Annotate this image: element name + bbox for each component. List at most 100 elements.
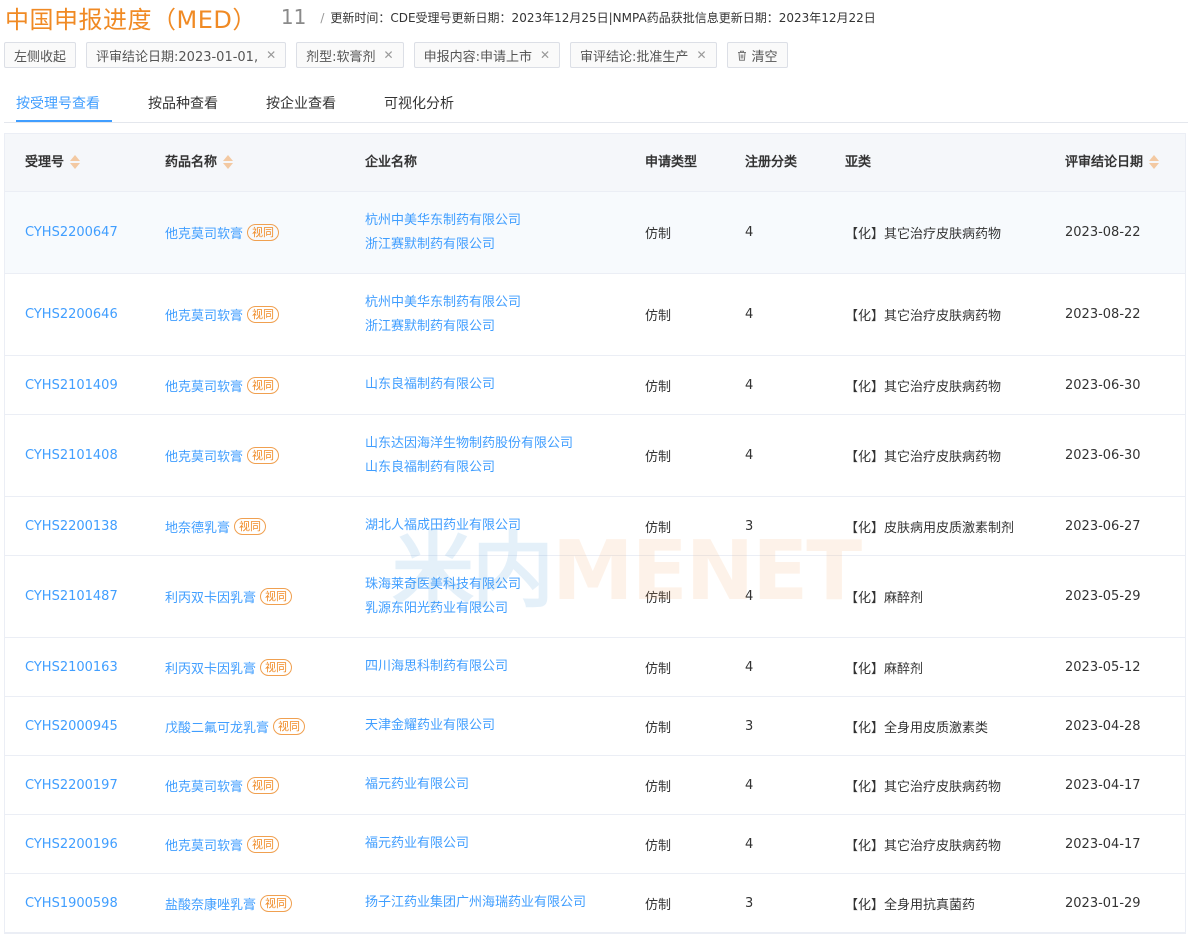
registration-class: 3: [745, 895, 754, 911]
filter-chip-review-date[interactable]: 评审结论日期:2023-01-01, ✕: [86, 42, 287, 68]
view-tabs: 按受理号查看 按品种查看 按企业查看 可视化分析: [4, 90, 1188, 123]
filter-chip-dosage-form[interactable]: 剂型:软膏剂 ✕: [296, 42, 404, 68]
drug-name-link[interactable]: 地奈德乳膏: [165, 517, 230, 536]
drug-name-link[interactable]: 他克莫司软膏: [165, 376, 243, 395]
drug-name-link[interactable]: 利丙双卡因乳膏: [165, 658, 256, 677]
company-cell: 山东达因海洋生物制药股份有限公司 山东良福制药有限公司: [365, 415, 573, 496]
sort-icon[interactable]: [223, 154, 234, 170]
drug-name-link[interactable]: 他克莫司软膏: [165, 835, 243, 854]
acceptance-no-link[interactable]: CYHS2101409: [25, 378, 118, 393]
column-header-review-date[interactable]: 评审结论日期: [1065, 134, 1160, 191]
tab-by-variety[interactable]: 按品种查看: [148, 90, 218, 122]
filter-chip-label: 审评结论:批准生产: [580, 49, 689, 65]
review-date: 2023-08-22: [1065, 225, 1141, 240]
table-row[interactable]: CYHS1900598 盐酸奈康唑乳膏 视同 扬子江药业集团广州海瑞药业有限公司 仿制 3…: [5, 874, 1185, 933]
acceptance-no-link[interactable]: CYHS2101408: [25, 448, 118, 463]
tab-visual-analysis[interactable]: 可视化分析: [384, 90, 454, 122]
subclass: 【化】全身用皮质激素类: [845, 720, 989, 736]
table-row[interactable]: CYHS2200196 他克莫司软膏 视同 福元药业有限公司 仿制 4 【化】其它治疗皮肤病…: [5, 815, 1185, 874]
table-row[interactable]: CYHS2101487 利丙双卡因乳膏 视同 珠海莱奇医美科技有限公司 乳源东阳光药业有…: [5, 556, 1185, 638]
table-row[interactable]: CYHS2100163 利丙双卡因乳膏 视同 四川海思科制药有限公司 仿制 4 【化】麻醉剂…: [5, 638, 1185, 697]
sort-icon[interactable]: [70, 154, 81, 170]
company-link[interactable]: 山东良福制药有限公司: [365, 460, 495, 476]
results-table: 受理号 药品名称 企业名称 申请类型 注册分类 亚类 评审结论日期 CYHS22…: [4, 133, 1186, 934]
sort-icon[interactable]: [1149, 154, 1160, 170]
table-row[interactable]: CYHS2000945 戊酸二氟可龙乳膏 视同 天津金耀药业有限公司 仿制 3 【化】全身用…: [5, 697, 1185, 756]
equivalence-tag: 视同: [247, 776, 280, 794]
acceptance-no-link[interactable]: CYHS2101487: [25, 589, 118, 604]
table-row[interactable]: CYHS2200646 他克莫司软膏 视同 杭州中美华东制药有限公司 浙江赛默制药有限公…: [5, 274, 1185, 356]
update-text: 更新时间：CDE受理号更新日期：2023年12月25日|NMPA药品获批信息更新…: [330, 10, 876, 25]
equivalence-tag: 视同: [247, 376, 280, 394]
company-link[interactable]: 扬子江药业集团广州海瑞药业有限公司: [365, 895, 586, 911]
drug-name-link[interactable]: 利丙双卡因乳膏: [165, 587, 256, 606]
table-row[interactable]: CYHS2200197 他克莫司软膏 视同 福元药业有限公司 仿制 4 【化】其它治疗皮肤病…: [5, 756, 1185, 815]
drug-name-link[interactable]: 他克莫司软膏: [165, 223, 243, 242]
application-type: 仿制: [645, 838, 672, 854]
acceptance-no-link[interactable]: CYHS2200196: [25, 837, 118, 852]
table-row[interactable]: CYHS2200647 他克莫司软膏 视同 杭州中美华东制药有限公司 浙江赛默制药有限公…: [5, 192, 1185, 274]
table-row[interactable]: CYHS2200138 地奈德乳膏 视同 湖北人福成田药业有限公司 仿制 3 【化】皮肤病用…: [5, 497, 1185, 556]
company-link[interactable]: 杭州中美华东制药有限公司: [365, 295, 521, 311]
company-cell: 杭州中美华东制药有限公司 浙江赛默制药有限公司: [365, 274, 521, 355]
application-type: 仿制: [645, 779, 672, 795]
tab-by-company[interactable]: 按企业查看: [266, 90, 336, 122]
company-cell: 湖北人福成田药业有限公司: [365, 497, 521, 555]
acceptance-no-link[interactable]: CYHS1900598: [25, 896, 118, 911]
company-link[interactable]: 福元药业有限公司: [365, 777, 469, 793]
column-header-label: 药品名称: [165, 155, 218, 170]
filter-chip-application[interactable]: 申报内容:申请上市 ✕: [413, 42, 561, 68]
drug-name-link[interactable]: 他克莫司软膏: [165, 446, 243, 465]
company-link[interactable]: 山东达因海洋生物制药股份有限公司: [365, 436, 573, 452]
review-date: 2023-08-22: [1065, 307, 1141, 322]
company-link[interactable]: 四川海思科制药有限公司: [365, 659, 508, 675]
application-type: 仿制: [645, 450, 672, 465]
company-link[interactable]: 杭州中美华东制药有限公司: [365, 213, 521, 229]
column-header-label: 受理号: [25, 155, 65, 170]
tab-by-acceptance-no[interactable]: 按受理号查看: [16, 90, 112, 122]
close-icon[interactable]: ✕: [384, 48, 394, 62]
application-type: 仿制: [645, 661, 672, 677]
acceptance-no-link[interactable]: CYHS2200647: [25, 225, 118, 240]
column-header-drug-name[interactable]: 药品名称: [165, 134, 234, 191]
collapse-sidebar-button[interactable]: 左侧收起: [4, 42, 77, 68]
subclass: 【化】其它治疗皮肤病药物: [845, 379, 1002, 395]
company-cell: 福元药业有限公司: [365, 756, 469, 814]
review-date: 2023-01-29: [1065, 895, 1141, 911]
filter-bar: 左侧收起 评审结论日期:2023-01-01, ✕ 剂型:软膏剂 ✕ 申报内容:申请…: [4, 42, 788, 68]
filter-chip-label: 评审结论日期:2023-01-01,: [96, 49, 259, 65]
drug-name-link[interactable]: 他克莫司软膏: [165, 305, 243, 324]
acceptance-no-link[interactable]: CYHS2000945: [25, 719, 118, 734]
acceptance-no-link[interactable]: CYHS2200138: [25, 519, 118, 534]
registration-class: 4: [745, 448, 754, 463]
company-link[interactable]: 天津金耀药业有限公司: [365, 718, 495, 734]
equivalence-tag: 视同: [234, 517, 267, 535]
close-icon[interactable]: ✕: [540, 48, 550, 62]
close-icon[interactable]: ✕: [266, 48, 276, 62]
review-date: 2023-05-12: [1065, 659, 1141, 675]
table-body: CYHS2200647 他克莫司软膏 视同 杭州中美华东制药有限公司 浙江赛默制药有限公…: [5, 192, 1185, 933]
filter-chip-conclusion[interactable]: 审评结论:批准生产 ✕: [570, 42, 717, 68]
acceptance-no-link[interactable]: CYHS2200197: [25, 778, 118, 793]
page-header: 中国申报进度（MED） 11 /更新时间：CDE受理号更新日期：2023年12月…: [5, 0, 876, 34]
acceptance-no-link[interactable]: CYHS2100163: [25, 660, 118, 675]
filter-chip-label: 剂型:软膏剂: [306, 49, 376, 65]
close-icon[interactable]: ✕: [696, 48, 706, 62]
drug-name-link[interactable]: 盐酸奈康唑乳膏: [165, 894, 256, 913]
company-link[interactable]: 浙江赛默制药有限公司: [365, 319, 495, 335]
company-link[interactable]: 乳源东阳光药业有限公司: [365, 601, 508, 617]
table-row[interactable]: CYHS2101408 他克莫司软膏 视同 山东达因海洋生物制药股份有限公司 山东良福制…: [5, 415, 1185, 497]
review-date: 2023-06-30: [1065, 377, 1141, 393]
drug-name-link[interactable]: 戊酸二氟可龙乳膏: [165, 717, 269, 736]
clear-filters-button[interactable]: 清空: [726, 42, 788, 68]
company-link[interactable]: 湖北人福成田药业有限公司: [365, 518, 521, 534]
company-link[interactable]: 珠海莱奇医美科技有限公司: [365, 577, 521, 593]
application-type: 仿制: [645, 520, 672, 536]
table-row[interactable]: CYHS2101409 他克莫司软膏 视同 山东良福制药有限公司 仿制 4 【化】其它治疗皮…: [5, 356, 1185, 415]
company-link[interactable]: 福元药业有限公司: [365, 836, 469, 852]
acceptance-no-link[interactable]: CYHS2200646: [25, 307, 118, 322]
column-header-acceptance-no[interactable]: 受理号: [25, 134, 81, 191]
company-link[interactable]: 浙江赛默制药有限公司: [365, 237, 495, 253]
drug-name-link[interactable]: 他克莫司软膏: [165, 776, 243, 795]
company-link[interactable]: 山东良福制药有限公司: [365, 377, 495, 393]
